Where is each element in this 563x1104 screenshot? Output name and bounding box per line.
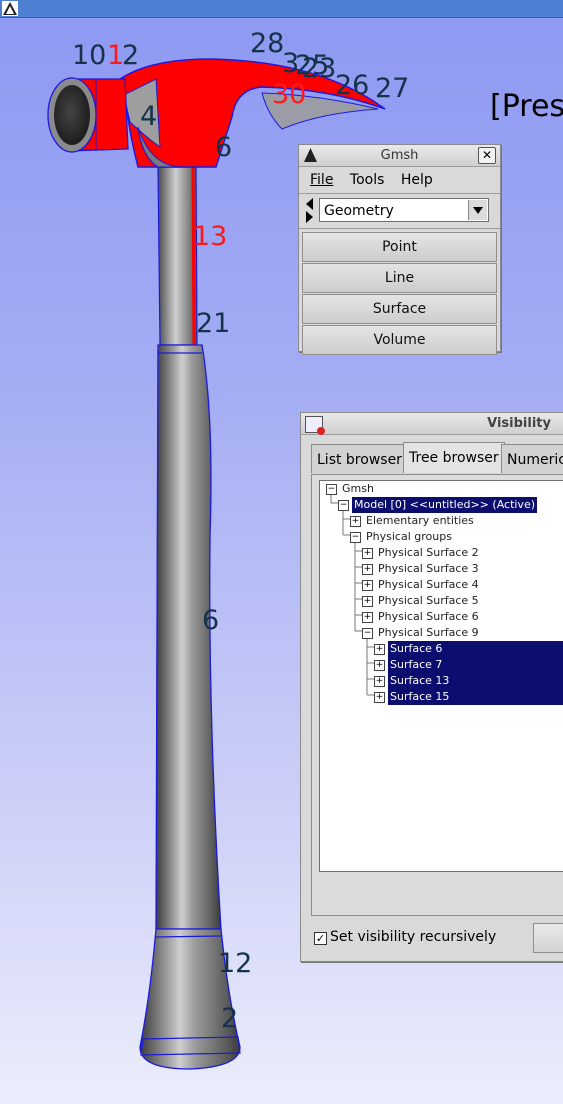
volume-button[interactable]: Volume: [302, 325, 497, 355]
gmsh-logo-icon: [2, 1, 18, 16]
expand-icon[interactable]: +: [374, 676, 385, 687]
entity-label: 2: [122, 40, 139, 71]
module-select-value: Geometry: [324, 203, 394, 219]
line-button[interactable]: Line: [302, 263, 497, 293]
tree-view[interactable]: − Gmsh − Model [0] <<untitled>> (Active)…: [319, 480, 563, 872]
menu-help[interactable]: Help: [401, 172, 433, 188]
status-message: [Pres: [490, 89, 563, 124]
entity-label: 28: [250, 28, 284, 59]
collapse-icon[interactable]: −: [350, 532, 361, 543]
expand-icon[interactable]: +: [362, 564, 373, 575]
entity-label: 6: [215, 132, 232, 163]
expand-icon[interactable]: +: [374, 644, 385, 655]
arrow-right-icon[interactable]: [306, 211, 313, 223]
expand-icon[interactable]: +: [374, 692, 385, 703]
collapse-icon[interactable]: −: [338, 500, 349, 511]
entity-label: 30: [272, 79, 306, 110]
window-title: Gmsh: [380, 148, 419, 163]
face-center: [54, 85, 90, 145]
point-button[interactable]: Point: [302, 232, 497, 262]
expand-icon[interactable]: +: [362, 548, 373, 559]
arrow-left-icon[interactable]: [306, 198, 313, 210]
selected-edge-13: [191, 166, 196, 346]
close-icon[interactable]: ✕: [478, 147, 496, 164]
gmsh-tool-window: Gmsh ✕ File Tools Help Geometry Point Li…: [298, 144, 501, 355]
module-row: Geometry: [299, 194, 500, 229]
module-nav-arrows[interactable]: [304, 198, 316, 224]
entity-label: 12: [218, 948, 252, 979]
surface-button[interactable]: Surface: [302, 294, 497, 324]
entity-label: 2: [221, 1003, 238, 1034]
visibility-window: Visibility List browser Tree browser Num…: [300, 412, 563, 962]
menu-bar: File Tools Help: [299, 167, 500, 194]
menu-file[interactable]: File: [310, 172, 333, 188]
window-top-bar: [0, 0, 563, 18]
entity-label: 26: [335, 70, 369, 101]
collapse-icon[interactable]: −: [362, 628, 373, 639]
apply-button[interactable]: [533, 923, 563, 953]
checkbox-icon[interactable]: ✓: [314, 932, 327, 945]
tab-tree-browser[interactable]: Tree browser: [403, 442, 505, 473]
recursive-visibility-checkbox[interactable]: ✓ Set visibility recursively: [314, 929, 496, 945]
expand-icon[interactable]: +: [362, 596, 373, 607]
entity-label: 21: [196, 308, 230, 339]
collapse-icon[interactable]: −: [326, 484, 337, 495]
entity-label: 27: [375, 73, 409, 104]
expand-icon[interactable]: +: [374, 660, 385, 671]
entity-label: 10: [72, 40, 106, 71]
expand-icon[interactable]: +: [362, 612, 373, 623]
expand-icon[interactable]: +: [362, 580, 373, 591]
entity-label: 6: [202, 605, 219, 636]
menu-tools[interactable]: Tools: [350, 172, 385, 188]
chevron-down-icon[interactable]: [468, 200, 487, 220]
grip: [155, 344, 222, 930]
window-title: Visibility: [487, 416, 551, 431]
gmsh-app-icon: [304, 148, 317, 162]
entity-label: 23: [302, 53, 336, 84]
tab-list-browser[interactable]: List browser: [311, 444, 408, 473]
entity-label: 13: [193, 221, 227, 252]
gmsh-titlebar[interactable]: Gmsh ✕: [299, 145, 500, 167]
recursive-visibility-label: Set visibility recursively: [330, 929, 497, 945]
module-select[interactable]: Geometry: [319, 198, 489, 222]
visibility-app-icon: [305, 416, 325, 435]
tree-panel: − Gmsh − Model [0] <<untitled>> (Active)…: [311, 474, 563, 916]
tab-numeric[interactable]: Numeric: [501, 444, 563, 473]
visibility-titlebar[interactable]: Visibility: [301, 413, 563, 435]
entity-label: 4: [140, 101, 157, 132]
expand-icon[interactable]: +: [350, 516, 361, 527]
shaft-upper: [157, 166, 198, 346]
